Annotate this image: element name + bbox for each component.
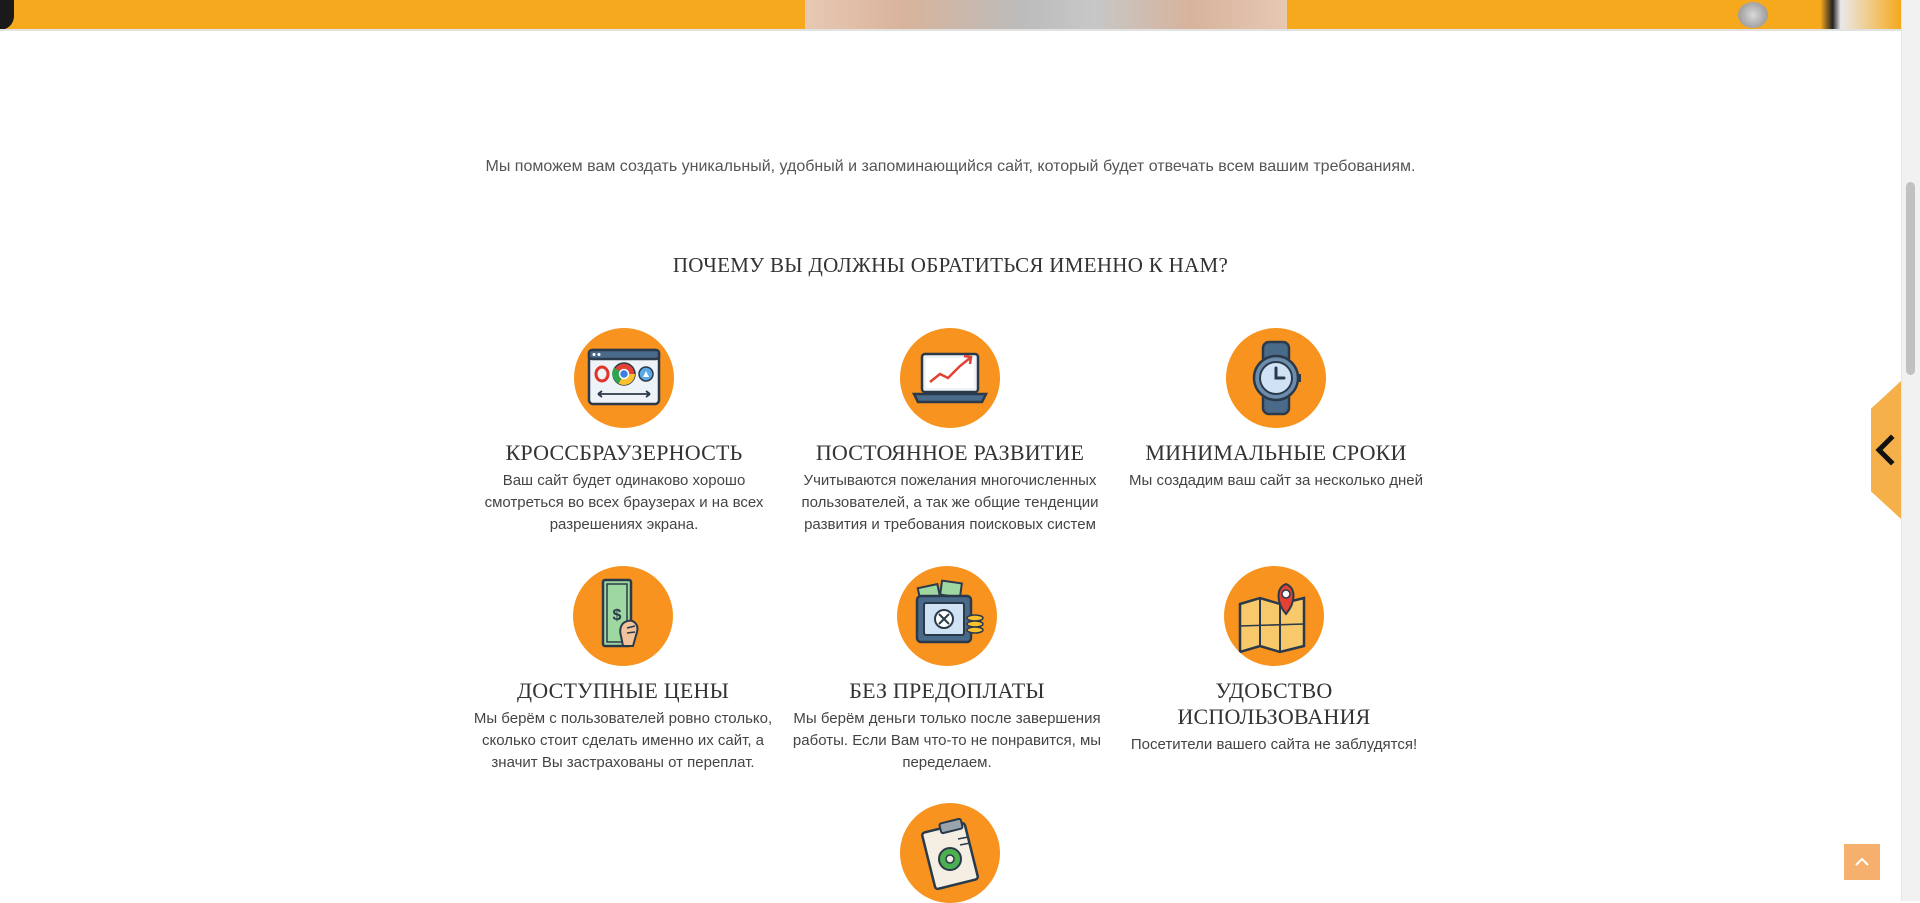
feature-deadlines: МИНИМАЛЬНЫЕ СРОКИ Мы создадим ваш сайт з… [1121,328,1431,492]
hero-image-shell [1738,2,1768,28]
feature-title: БЕЗ ПРЕДОПЛАТЫ [849,678,1045,703]
feature-crossbrowser: КРОССБРАУЗЕРНОСТЬ Ваш сайт будет одинако… [469,328,779,536]
scrollbar-thumb[interactable] [1906,182,1915,375]
hero-image-right [1700,0,1901,30]
feature-title: ПОСТОЯННОЕ РАЗВИТИЕ [815,440,1085,465]
hero-image-hands [805,0,1287,30]
feature-clipboard [795,803,1105,903]
clipboard-gear-icon [900,803,1000,903]
chevron-up-icon [1855,857,1869,866]
browsers-icon [574,328,674,428]
feature-title: МИНИМАЛЬНЫЕ СРОКИ [1145,440,1407,465]
feature-text: Ваш сайт будет одинаково хорошо смотреть… [484,472,764,533]
feature-usability: УДОБСТВО ИСПОЛЬЗОВАНИЯ Посетители вашего… [1119,566,1429,756]
section-title: ПОЧЕМУ ВЫ ДОЛЖНЫ ОБРАТИТЬСЯ ИМЕННО К НАМ… [672,253,1229,277]
growth-laptop-icon [900,328,1000,428]
hero-divider [0,29,1901,31]
scrollbar-track[interactable] [1901,0,1920,901]
scroll-to-top-button[interactable] [1844,844,1880,880]
watch-icon [1226,328,1326,428]
map-pin-icon [1224,566,1324,666]
feature-no-prepayment: БЕЗ ПРЕДОПЛАТЫ Мы берём деньги только по… [792,566,1102,774]
intro-text: Мы поможем вам создать уникальный, удобн… [485,158,1416,175]
hero-image [0,0,1901,30]
svg-text:$: $ [613,607,622,624]
feature-title: УДОБСТВО ИСПОЛЬЗОВАНИЯ [1177,678,1371,729]
feature-title: ДОСТУПНЫЕ ЦЕНЫ [517,678,729,703]
safe-icon [897,566,997,666]
feature-text: Мы создадим ваш сайт за несколько дней [1129,472,1423,489]
money-hand-icon: $ [573,566,673,666]
feature-text: Учитываются пожелания многочисленных пол… [801,472,1099,533]
feature-text: Посетители вашего сайта не заблудятся! [1130,736,1418,753]
feature-title: КРОССБРАУЗЕРНОСТЬ [505,440,743,465]
hero-image-dark-edge [0,0,14,30]
feature-text: Мы берём деньги только после завершения … [792,710,1102,771]
chevron-left-icon[interactable] [1871,434,1901,466]
feature-text: Мы берём с пользователей ровно столько, … [473,710,773,771]
feature-prices: $ ДОСТУПНЫЕ ЦЕНЫ Мы берём с пользователе… [468,566,778,774]
feature-development: ПОСТОЯННОЕ РАЗВИТИЕ Учитываются пожелани… [795,328,1105,536]
